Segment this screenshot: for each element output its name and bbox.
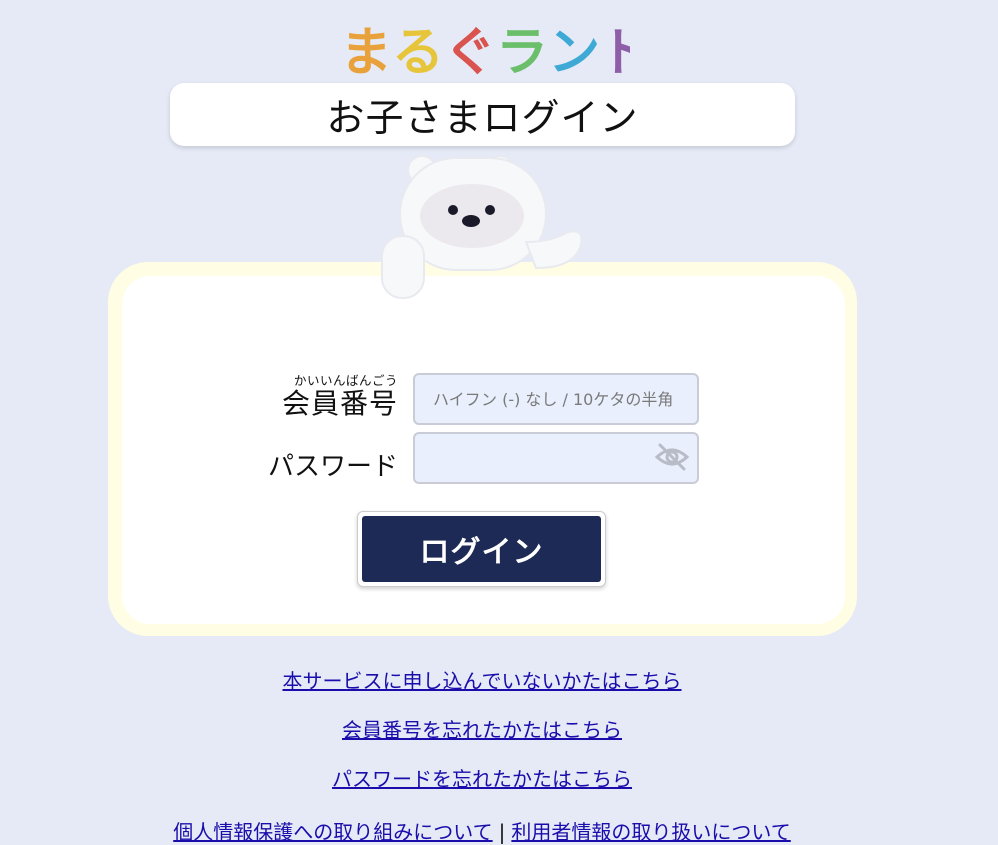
login-button[interactable]: ログイン xyxy=(357,511,606,587)
footer-links: 個人情報保護への取り組みについて | 利用者情報の取り扱いについて xyxy=(0,816,964,845)
privacy-policy-link[interactable]: 個人情報保護への取り組みについて xyxy=(173,820,492,844)
signup-link[interactable]: 本サービスに申し込んでいないかたはこちら xyxy=(0,665,964,694)
footer-separator: | xyxy=(498,820,506,844)
member-number-label: かいいんばんごう 会員番号 xyxy=(282,374,398,420)
eye-slash-icon[interactable] xyxy=(655,441,689,473)
member-number-ruby: かいいんばんごう xyxy=(293,373,398,388)
svg-text:まるぐランド: まるぐランド xyxy=(340,23,630,80)
user-info-handling-link[interactable]: 利用者情報の取り扱いについて xyxy=(511,820,790,844)
bear-mascot-icon xyxy=(381,155,583,299)
member-number-label-text: 会員番号 xyxy=(281,387,398,420)
login-button-label: ログイン xyxy=(362,516,601,582)
page-title: お子さまログイン xyxy=(170,83,795,146)
forgot-member-number-link[interactable]: 会員番号を忘れたかたはこちら xyxy=(0,714,964,743)
forgot-password-link[interactable]: パスワードを忘れたかたはこちら xyxy=(0,763,964,792)
password-label: パスワード xyxy=(267,452,398,482)
member-number-input[interactable] xyxy=(413,373,699,425)
maruguland-logo: まるぐランド xyxy=(340,23,630,80)
